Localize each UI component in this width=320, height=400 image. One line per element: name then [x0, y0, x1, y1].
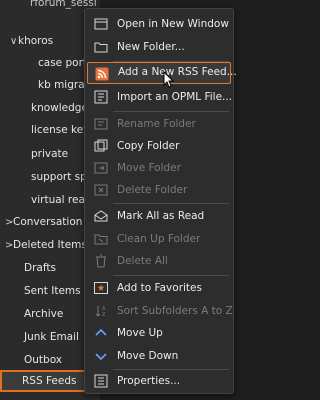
menu-item-label: Mark All as Read	[117, 210, 205, 222]
move-folder-icon	[93, 160, 109, 176]
menu-item-delete-folder: Delete Folder	[87, 179, 231, 201]
menu-item-label: Add to Favorites	[117, 282, 202, 294]
menu-item-rename-folder: Rename Folder	[87, 113, 231, 135]
menu-item-properties[interactable]: Properties...	[87, 370, 231, 392]
folder-label: Drafts	[24, 262, 56, 274]
folder-label: RSS Feeds	[22, 375, 77, 387]
menu-item-label: Sort Subfolders A to Z	[117, 305, 233, 317]
rss-icon	[94, 66, 110, 82]
svg-text:Z: Z	[102, 312, 106, 318]
mouse-cursor-icon	[163, 71, 175, 88]
folder-label: khoros	[18, 35, 54, 47]
properties-icon	[93, 373, 109, 389]
opml-import-icon	[93, 89, 109, 105]
folder-label: Outbox	[24, 354, 63, 366]
menu-item-copy-folder[interactable]: Copy Folder	[87, 135, 231, 157]
menu-item-label: Move Folder	[117, 162, 181, 174]
menu-item-mark-all-as-read[interactable]: Mark All as Read	[87, 205, 231, 227]
menu-item-add-a-new-rss-feed[interactable]: Add a New RSS Feed...	[87, 62, 237, 84]
menu-item-label: Properties...	[117, 375, 181, 387]
menu-item-label: Import an OPML File...	[117, 91, 233, 103]
menu-item-import-an-opml-file[interactable]: Import an OPML File...	[87, 86, 233, 108]
move-down-icon	[93, 348, 109, 364]
menu-item-add-to-favorites[interactable]: Add to Favorites	[87, 277, 231, 299]
menu-item-label: Rename Folder	[117, 118, 196, 130]
menu-item-label: Move Up	[117, 327, 163, 339]
menu-item-label: Clean Up Folder	[117, 233, 201, 245]
menu-item-label: Delete All	[117, 255, 168, 267]
delete-all-icon	[93, 253, 109, 269]
sort-icon: AZ	[93, 303, 109, 319]
menu-item-move-up[interactable]: Move Up	[87, 322, 231, 344]
new-folder-icon	[93, 39, 109, 55]
delete-folder-icon	[93, 182, 109, 198]
menu-item-delete-all: Delete All	[87, 250, 231, 272]
folder-label: private	[31, 148, 69, 160]
menu-item-clean-up-folder: Clean Up Folder	[87, 228, 231, 250]
menu-item-label: Add a New RSS Feed...	[118, 66, 237, 78]
folder-label: Conversation H	[13, 216, 94, 228]
menu-item-label: Open in New Window	[117, 18, 229, 30]
menu-item-label: Delete Folder	[117, 184, 188, 196]
mark-read-icon	[93, 208, 109, 224]
menu-item-move-folder: Move Folder	[87, 157, 231, 179]
menu-separator	[113, 275, 229, 276]
move-up-icon	[93, 325, 109, 341]
folder-label: Sent Items	[24, 285, 81, 297]
folder-label: Junk Email	[24, 331, 79, 343]
menu-item-open-in-new-window[interactable]: Open in New Window	[87, 13, 231, 35]
copy-folder-icon	[93, 138, 109, 154]
menu-item-label: Copy Folder	[117, 140, 180, 152]
favorites-icon	[93, 280, 109, 296]
chevron-right-icon[interactable]: >	[5, 235, 13, 256]
folder-context-menu: Open in New Window New Folder... Add a New…	[84, 8, 237, 394]
menu-item-sort-subfolders-a-to-z: A Z Sort Subfolders A to Z	[87, 300, 233, 322]
menu-item-move-down[interactable]: Move Down	[87, 345, 231, 367]
chevron-down-icon[interactable]: ∨	[10, 31, 18, 52]
folder-label: Archive	[24, 308, 64, 320]
menu-item-new-folder[interactable]: New Folder...	[87, 36, 231, 58]
menu-item-label: Move Down	[117, 350, 179, 362]
folder-label: Deleted Items	[13, 239, 87, 251]
menu-item-label: New Folder...	[117, 41, 185, 53]
open-window-icon	[93, 16, 109, 32]
rename-folder-icon	[93, 116, 109, 132]
menu-separator	[113, 111, 229, 112]
clean-up-icon	[93, 231, 109, 247]
chevron-right-icon[interactable]: >	[5, 212, 13, 233]
menu-separator	[113, 203, 229, 204]
